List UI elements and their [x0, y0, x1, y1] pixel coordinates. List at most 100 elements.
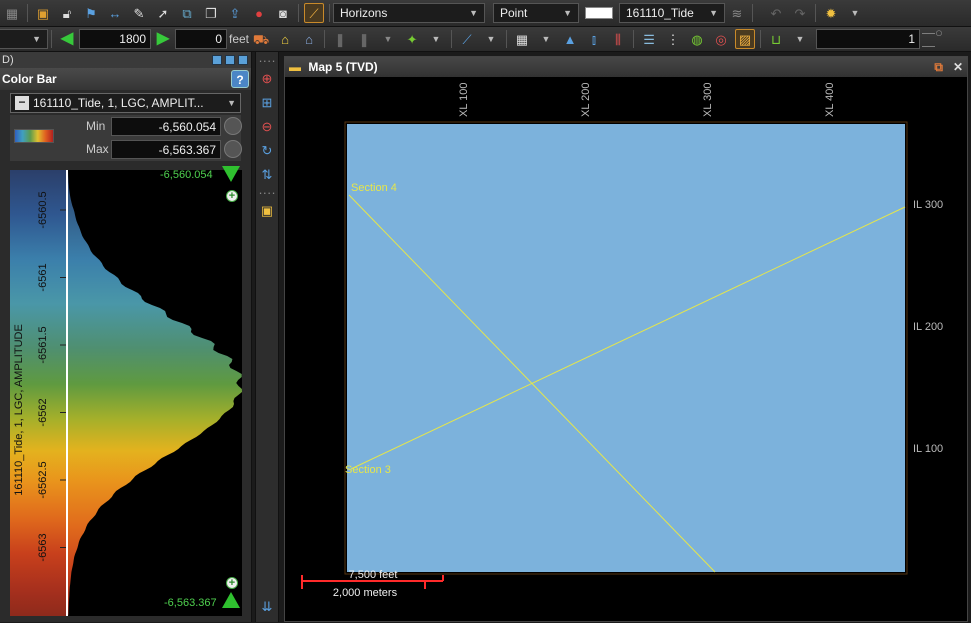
map-canvas[interactable]: Section 4 Section 3 XL 100 XL 200 XL 300…	[285, 77, 969, 623]
grid-icon[interactable]: ▦	[2, 3, 22, 23]
horizon-dropdown[interactable]: 161110_Tide ▼	[619, 3, 725, 23]
lock-icon[interactable]: 🔓︎	[57, 3, 77, 23]
il-label: IL 100	[913, 443, 943, 455]
pointer-icon[interactable]: ➚	[153, 3, 173, 23]
collapse-icon[interactable]: −	[15, 96, 29, 110]
il-label: IL 200	[913, 321, 943, 333]
toolbar-separator	[633, 30, 635, 48]
colorbar-tick-label: -6563	[37, 533, 49, 561]
home-icon[interactable]: ⌂	[275, 29, 295, 49]
triangle-icon[interactable]: ▲	[560, 29, 580, 49]
color-bars-icon[interactable]: ⫼	[608, 29, 628, 49]
amplitude-surface	[347, 124, 905, 572]
zoom-out-icon[interactable]: ⊖	[257, 116, 277, 136]
step-forward-icon[interactable]: ▶︎	[153, 29, 173, 49]
zoom-box-icon[interactable]: ⊞	[257, 92, 277, 112]
xl-label: XL 300	[702, 83, 714, 117]
min-reset-button[interactable]	[224, 117, 242, 135]
max-field[interactable]	[111, 140, 221, 159]
legend-icon[interactable]: ▣	[257, 200, 277, 220]
step-back-icon[interactable]: ◀︎	[57, 29, 77, 49]
maximize-icon[interactable]	[238, 55, 248, 65]
colorbar-histogram[interactable]: -6560.5 -6561 -6561.5 -6562 -6562.5 -6563 161…	[10, 170, 242, 616]
mode-dropdown[interactable]: Point ▼	[493, 3, 579, 23]
top-handle-icon[interactable]	[222, 166, 240, 182]
target-icon[interactable]: ◎	[711, 29, 731, 49]
chevron-down-icon: ▼	[709, 8, 718, 18]
color-swatch[interactable]	[585, 7, 613, 19]
colorbar-preview-icon[interactable]	[14, 129, 54, 143]
min-label: Min	[86, 119, 106, 133]
grid-select-icon[interactable]: ▦	[512, 29, 532, 49]
min-max-box: Min Max	[10, 115, 242, 161]
pick-icon[interactable]: ✦	[402, 29, 422, 49]
wells-icon[interactable]: ⚑	[81, 3, 101, 23]
value-field[interactable]	[79, 29, 151, 49]
slider-icon[interactable]: —○—	[922, 26, 952, 52]
panel-tab-label[interactable]: D)	[2, 54, 14, 66]
add-bottom-icon[interactable]: +	[226, 577, 238, 589]
color-tool-icon[interactable]: ▨	[735, 29, 756, 49]
truck-icon[interactable]: ⛟	[251, 29, 271, 49]
layer-dropdown[interactable]: Horizons ▼	[333, 3, 485, 23]
home-zoom-icon[interactable]: ⌂	[299, 29, 319, 49]
panel-tab-strip: D)	[0, 52, 251, 68]
copy-icon[interactable]: ❐	[201, 3, 221, 23]
chevron-down-icon[interactable]: ▼	[378, 29, 398, 49]
amplitude-map[interactable]	[347, 124, 905, 572]
camera-icon[interactable]: ◙	[273, 3, 293, 23]
section-icon[interactable]: ⟋	[457, 29, 477, 49]
toolbar-separator	[27, 4, 28, 22]
toolbar-separator	[324, 30, 326, 48]
export-icon[interactable]: ⇪	[225, 3, 245, 23]
add-top-icon[interactable]: +	[226, 190, 238, 202]
sun-icon[interactable]: ✹	[821, 3, 841, 23]
section-4-label: Section 4	[351, 182, 397, 194]
toolbar-separator	[329, 4, 330, 22]
ruler-icon[interactable]: ↔	[105, 3, 125, 23]
close-icon[interactable]: ✕	[953, 60, 963, 75]
toolbar-separator	[752, 4, 753, 22]
scale-feet-label: 7,500 feet	[349, 569, 398, 581]
pencil-icon[interactable]: ✎	[129, 3, 149, 23]
xl-label: XL 400	[824, 83, 836, 117]
interpret-tool-icon[interactable]: ⟋	[304, 3, 324, 23]
bookmark-list-icon[interactable]: ❚	[354, 29, 374, 49]
save-icon[interactable]: ▣	[33, 3, 53, 23]
bracket-icon[interactable]: ⊔	[766, 29, 786, 49]
chevron-down-icon[interactable]: ▼	[481, 29, 501, 49]
zoom-in-icon[interactable]: ⊕	[257, 68, 277, 88]
redo-icon[interactable]: ↷	[790, 3, 810, 23]
bookmark-icon[interactable]: ❚	[330, 29, 350, 49]
chevron-down-icon[interactable]: ▼	[845, 3, 865, 23]
max-reset-button[interactable]	[224, 140, 242, 158]
dotted-list-icon[interactable]: ⋮	[663, 29, 683, 49]
float-icon[interactable]	[225, 55, 235, 65]
chevron-down-icon[interactable]: ▼	[426, 29, 446, 49]
help-icon[interactable]: ?	[231, 70, 249, 88]
attribute-select[interactable]: − 161110_Tide, 1, LGC, AMPLIT... ▼	[10, 93, 241, 113]
offset-field[interactable]	[175, 29, 227, 49]
bottom-handle-icon[interactable]	[222, 592, 240, 608]
layers-icon[interactable]: ≋	[727, 3, 747, 23]
bars-icon[interactable]: ⫾	[584, 29, 604, 49]
list-icon[interactable]: ☰	[639, 29, 659, 49]
step-field[interactable]	[816, 29, 921, 49]
undo-icon[interactable]: ↶	[766, 3, 786, 23]
min-field[interactable]	[111, 117, 221, 136]
main-toolbar: ▦ ▣ 🔓︎ ⚑ ↔ ✎ ➚ ⧉ ❐ ⇪ ● ◙ ⟋ Horizons ▼ Po…	[0, 0, 971, 27]
window-add-icon[interactable]: ⧉	[177, 3, 197, 23]
sphere-icon[interactable]: ◍	[687, 29, 707, 49]
horizon-dropdown-value: 161110_Tide	[626, 6, 694, 20]
record-icon[interactable]: ●	[249, 3, 269, 23]
chevron-down-icon[interactable]: ▼	[790, 29, 810, 49]
restore-icon[interactable]: ⧉	[934, 60, 943, 75]
refresh-icon[interactable]: ↻	[257, 140, 277, 160]
flip-icon[interactable]: ⇅	[257, 164, 277, 184]
truncated-dropdown[interactable]: ▼	[0, 29, 48, 49]
il-label: IL 300	[913, 199, 943, 211]
collapse-down-icon[interactable]: ⇊	[257, 596, 277, 616]
pin-icon[interactable]	[212, 55, 222, 65]
colorbar-tick-label: -6561.5	[37, 326, 49, 363]
chevron-down-icon[interactable]: ▼	[536, 29, 556, 49]
